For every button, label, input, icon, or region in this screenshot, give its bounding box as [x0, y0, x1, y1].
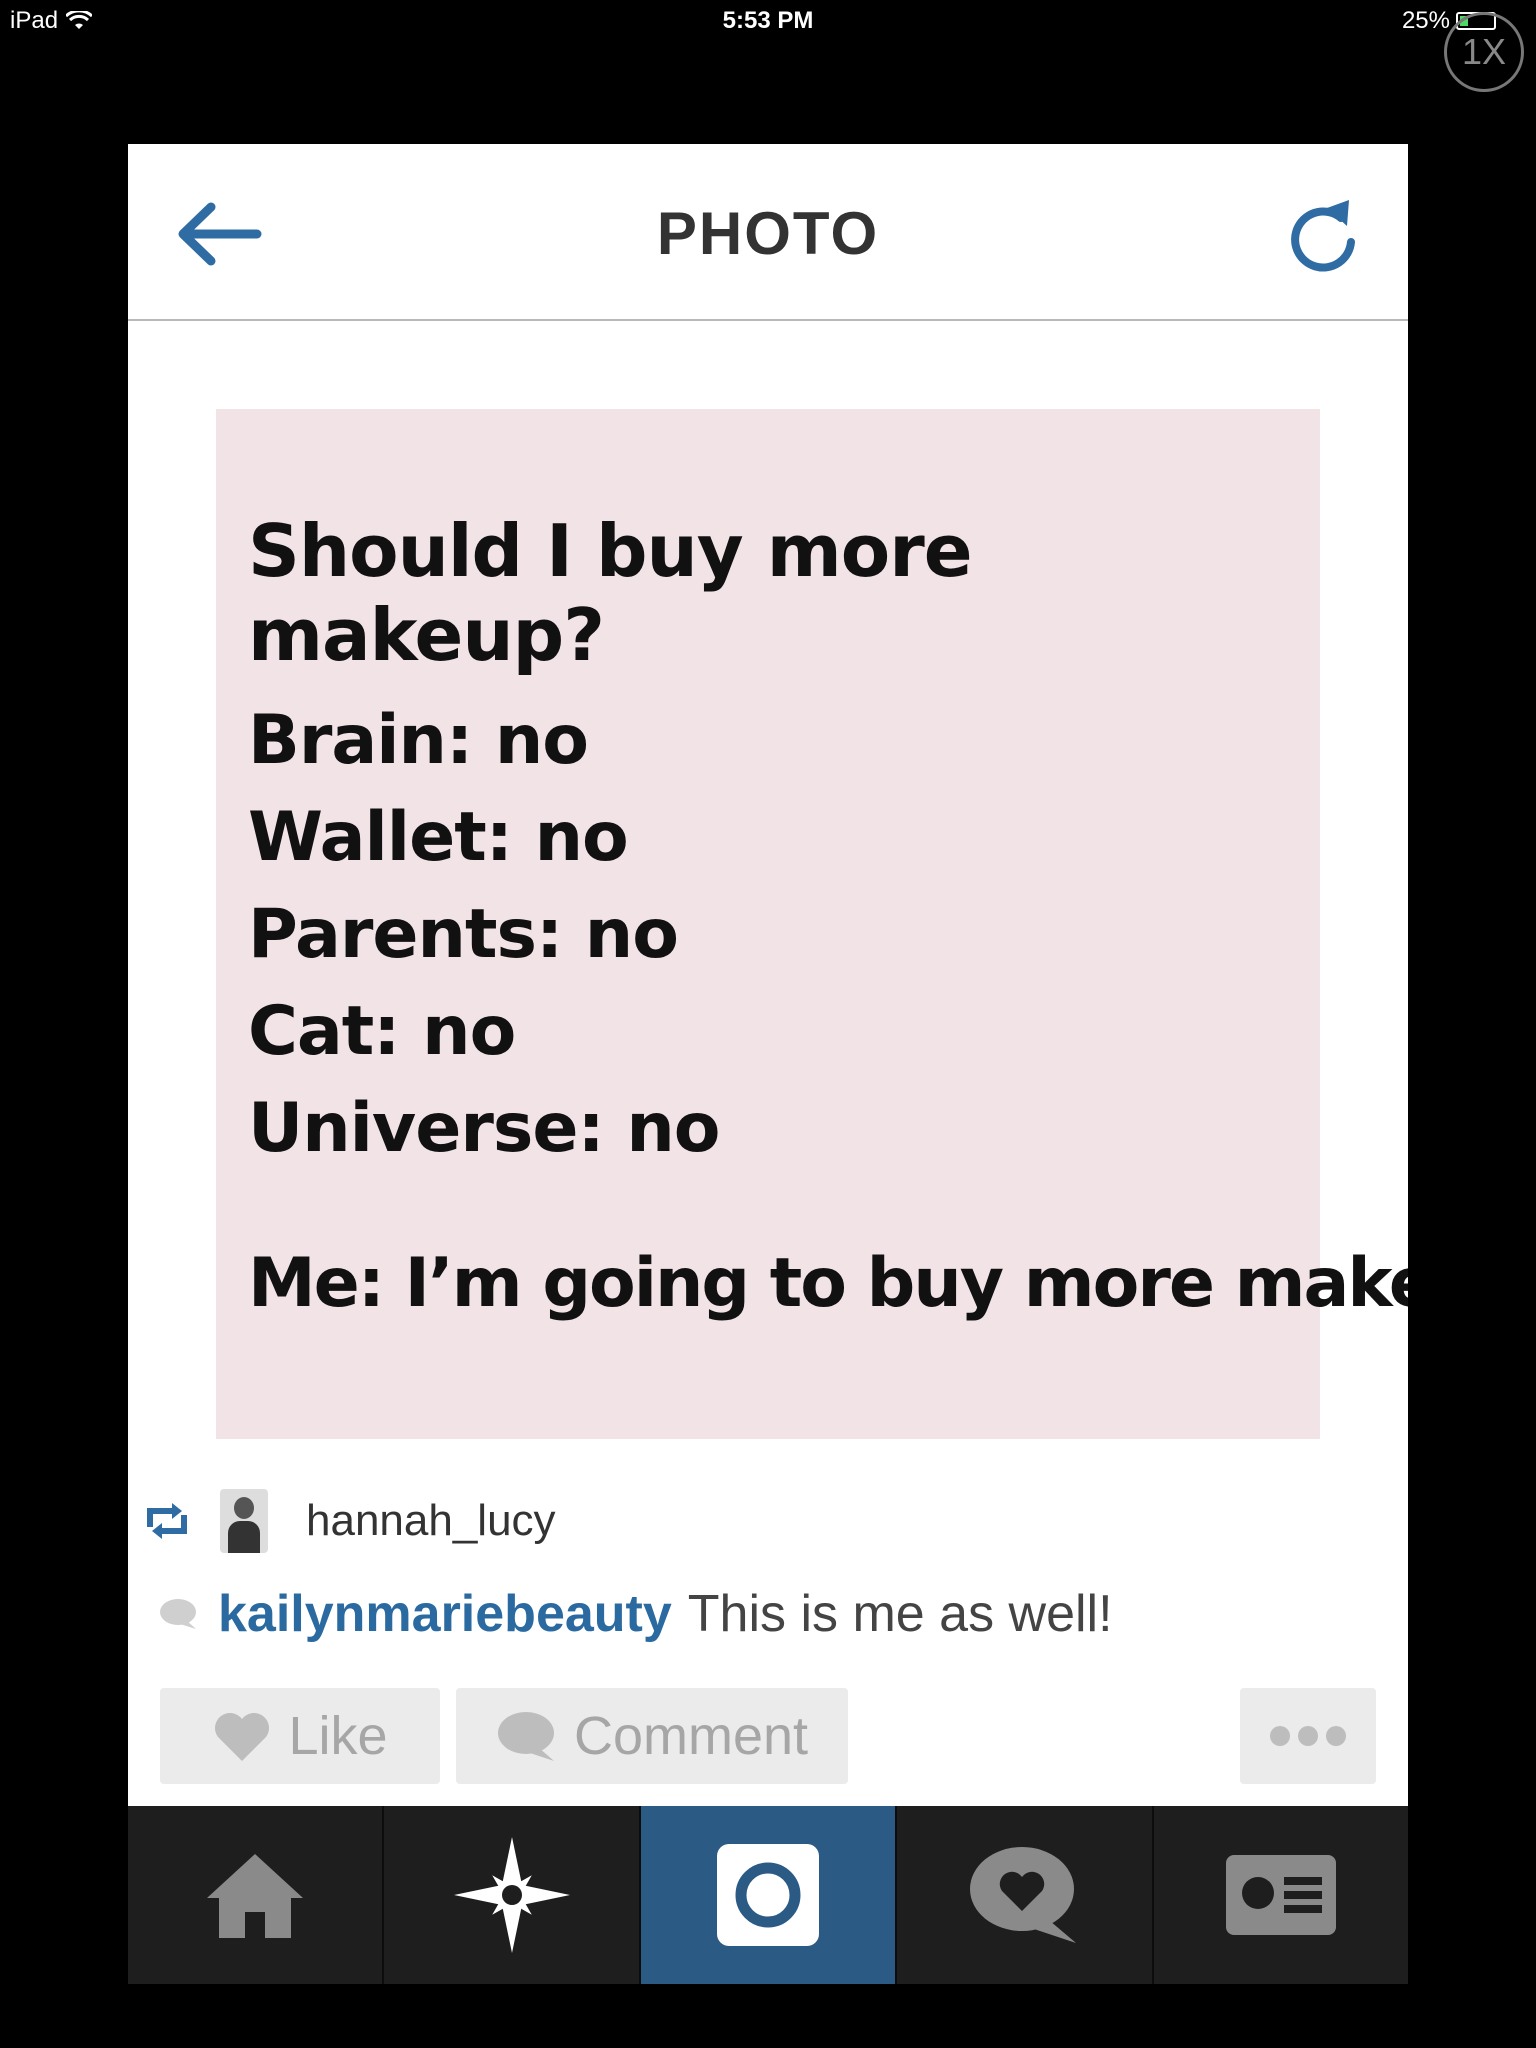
answer-line: Cat: no [248, 992, 516, 1071]
like-label: Like [288, 1706, 388, 1766]
avatar[interactable] [220, 1489, 268, 1553]
status-bar: iPad 5:53 PM 25% [0, 0, 1536, 40]
home-icon [207, 1854, 304, 1938]
battery-percent: 25% [1401, 7, 1450, 34]
answer-line: Brain: no [248, 701, 589, 780]
repost-credit: hannah_lucy [142, 1486, 556, 1556]
post-photo[interactable]: Should I buy more makeup? Brain: no Wall… [216, 409, 1408, 1439]
answer-line: Parents: no [248, 895, 679, 974]
more-button[interactable] [1240, 1688, 1376, 1784]
comment-label: Comment [573, 1706, 809, 1766]
repost-icon [142, 1501, 192, 1541]
activity-heart-icon [970, 1847, 1077, 1943]
instagram-app: PHOTO Should I buy more makeup? Brain: n… [128, 144, 1408, 1984]
tab-home[interactable] [128, 1806, 385, 1984]
page-title: PHOTO [656, 200, 880, 267]
comment-bubble-icon [497, 1712, 554, 1761]
answer-line: Wallet: no [248, 798, 629, 877]
post-actions: Like Comment [160, 1688, 1376, 1784]
photo-question: Should I buy more makeup? [248, 509, 973, 677]
comment-bubble-icon [160, 1599, 196, 1629]
status-time: 5:53 PM [722, 7, 814, 34]
refresh-icon [1291, 200, 1355, 272]
explore-star-icon [453, 1837, 570, 1953]
bottom-tab-bar [128, 1806, 1408, 1984]
refresh-button[interactable] [1278, 189, 1368, 279]
tab-camera[interactable] [640, 1806, 898, 1984]
tab-profile[interactable] [1154, 1806, 1408, 1984]
comment-username[interactable]: kailynmariebeauty [218, 1584, 672, 1644]
more-dots-icon [1270, 1726, 1346, 1746]
comment: kailynmariebeauty This is me as well! [158, 1584, 1113, 1644]
credit-username[interactable]: hannah_lucy [306, 1496, 556, 1546]
photo-conclusion: Me: I’m going to buy more makeup [248, 1244, 1408, 1323]
profile-card-icon [1225, 1855, 1336, 1935]
heart-icon [215, 1713, 270, 1761]
camera-icon [717, 1844, 820, 1946]
tab-explore[interactable] [384, 1806, 641, 1984]
zoom-badge[interactable]: 1X [1444, 12, 1524, 92]
answer-line: Universe: no [248, 1089, 721, 1168]
photo-answers: Brain: no Wallet: no Parents: no Cat: no… [248, 692, 721, 1177]
header: PHOTO [128, 144, 1408, 321]
comment-button[interactable]: Comment [456, 1688, 848, 1784]
like-button[interactable]: Like [160, 1688, 440, 1784]
comment-text: This is me as well! [687, 1585, 1113, 1643]
tab-activity[interactable] [897, 1806, 1154, 1984]
